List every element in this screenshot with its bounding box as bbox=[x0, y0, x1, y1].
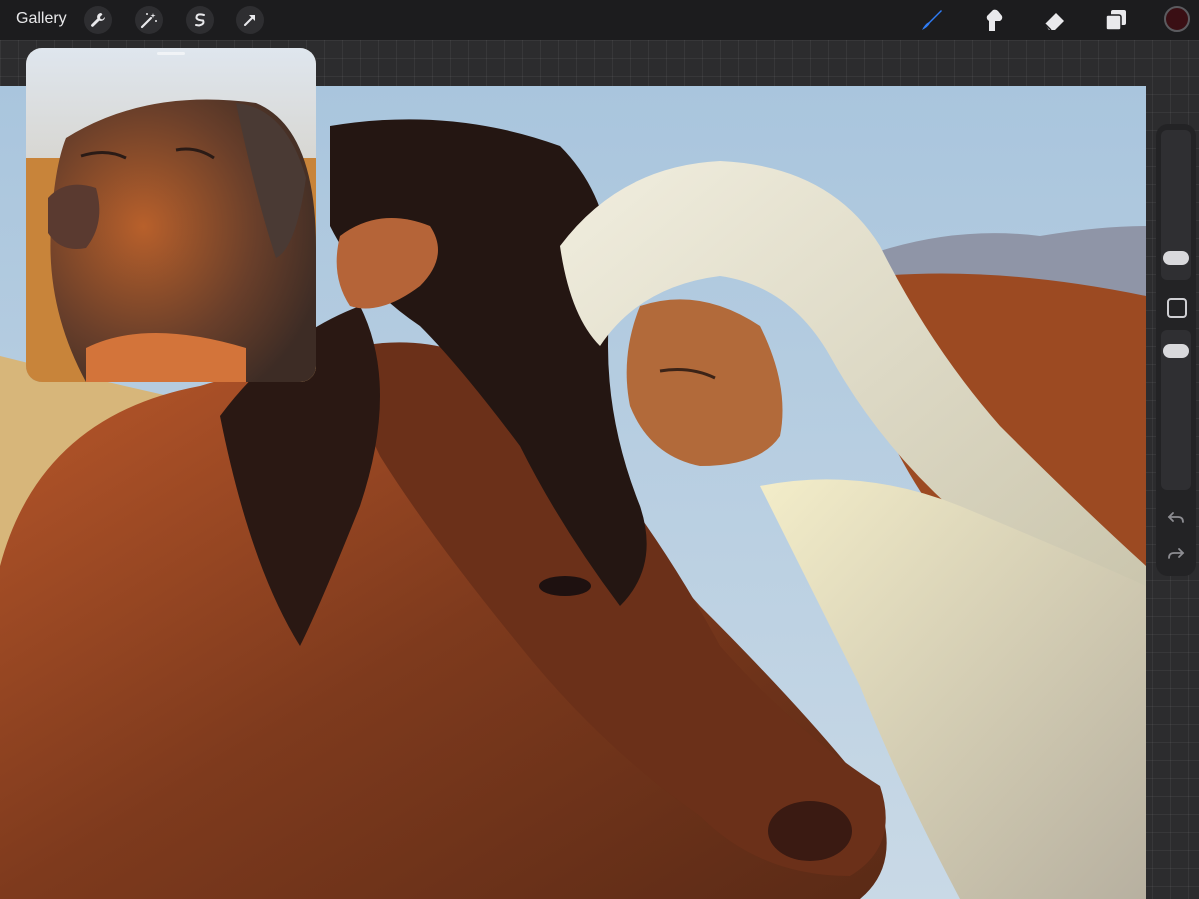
smudge-tool-button[interactable] bbox=[979, 6, 1007, 34]
layers-button[interactable] bbox=[1102, 6, 1130, 34]
opacity-slider[interactable] bbox=[1163, 344, 1189, 358]
color-picker-button[interactable] bbox=[1164, 6, 1190, 32]
selection-icon bbox=[195, 13, 205, 27]
eraser-tool-button[interactable] bbox=[1041, 6, 1069, 34]
eraser-icon bbox=[1044, 13, 1064, 31]
side-toolbar bbox=[1156, 124, 1196, 576]
transform-arrow-icon bbox=[244, 15, 255, 26]
top-toolbar: Gallery bbox=[0, 0, 1199, 40]
gallery-button[interactable]: Gallery bbox=[16, 10, 67, 28]
undo-icon[interactable] bbox=[1166, 508, 1186, 528]
layers-icon bbox=[1105, 10, 1126, 31]
brush-icon bbox=[922, 10, 942, 30]
brush-size-slider[interactable] bbox=[1163, 251, 1189, 265]
adjustments-button[interactable] bbox=[135, 6, 163, 34]
selection-button[interactable] bbox=[186, 6, 214, 34]
transform-button[interactable] bbox=[236, 6, 264, 34]
actions-button[interactable] bbox=[84, 6, 112, 34]
reference-dog-photo bbox=[26, 48, 316, 382]
wrench-icon bbox=[91, 13, 105, 27]
reference-photo[interactable] bbox=[26, 48, 316, 382]
redo-icon[interactable] bbox=[1166, 544, 1186, 564]
brush-tool-button[interactable] bbox=[918, 6, 946, 34]
smudge-icon bbox=[986, 9, 1003, 31]
modify-button[interactable] bbox=[1167, 298, 1187, 318]
reference-window-grip[interactable] bbox=[157, 52, 185, 55]
magic-wand-icon bbox=[140, 13, 157, 29]
